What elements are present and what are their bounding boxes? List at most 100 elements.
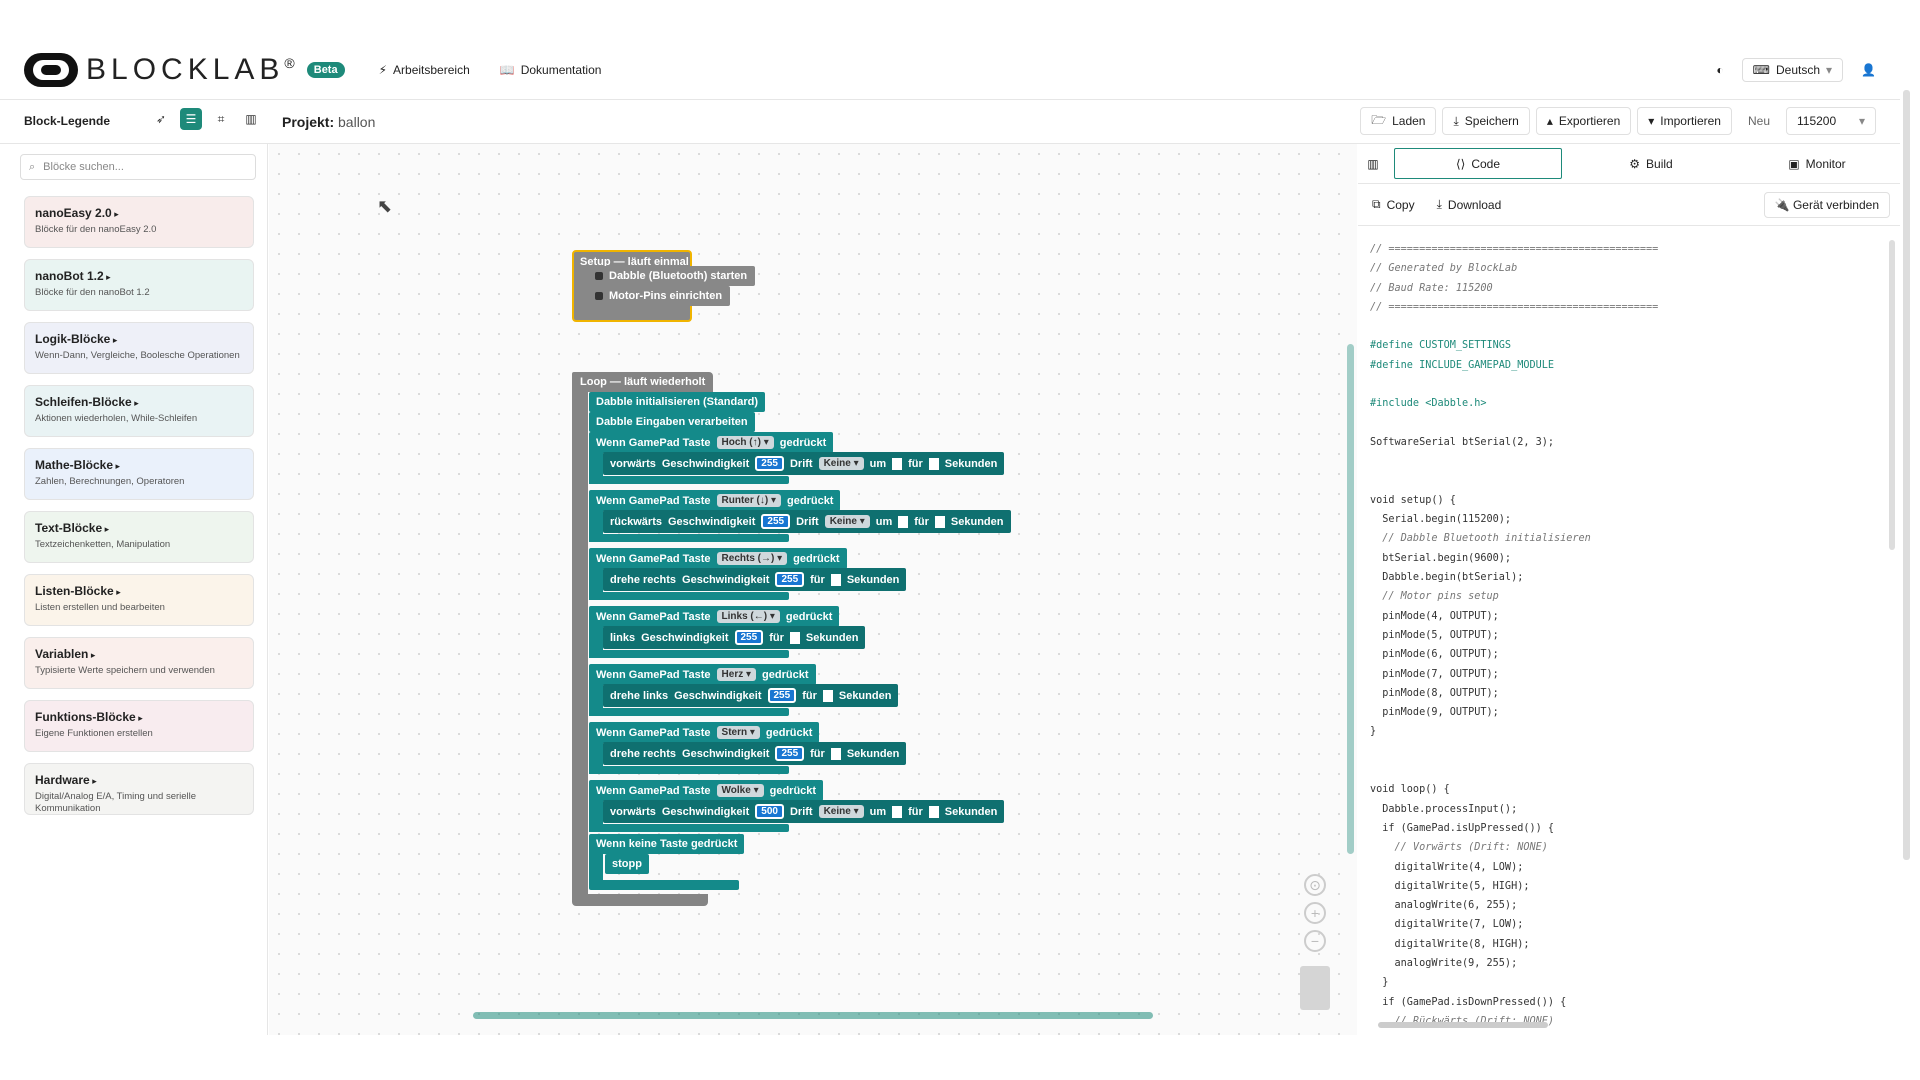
- block-motor-pins[interactable]: Motor-Pins einrichten: [587, 286, 731, 306]
- speed-input[interactable]: 255: [775, 572, 805, 587]
- trash-icon[interactable]: [1300, 966, 1330, 1010]
- code-line: void setup() {: [1370, 494, 1456, 506]
- zoom-in-icon[interactable]: +: [1304, 902, 1326, 924]
- category-title: Mathe-Blöcke ▸: [35, 458, 121, 472]
- when-gamepad-block[interactable]: Wenn GamePad Taste Rechts (→) ▾ gedrückt: [589, 548, 847, 569]
- value-slot[interactable]: [892, 805, 903, 818]
- category-4[interactable]: Mathe-Blöcke ▸ Zahlen, Berechnungen, Oper…: [24, 448, 254, 500]
- gamepad-button-dropdown[interactable]: Links (←) ▾: [716, 610, 780, 623]
- value-slot[interactable]: [928, 457, 939, 470]
- value-slot[interactable]: [789, 631, 800, 644]
- drive-block[interactable]: links Geschwindigkeit 255 für Sekunden: [603, 626, 866, 649]
- when-gamepad-block[interactable]: Wenn GamePad Taste Links (←) ▾ gedrückt: [589, 606, 840, 627]
- block-dabble-init[interactable]: Dabble initialisieren (Standard): [589, 392, 765, 412]
- tab-build[interactable]: ⚙ Build: [1568, 144, 1734, 183]
- caret-down-icon: ▾: [1648, 114, 1655, 128]
- speed-input[interactable]: 255: [755, 456, 784, 471]
- value-slot[interactable]: [928, 805, 939, 818]
- when-block-foot: [589, 592, 789, 600]
- category-7[interactable]: Variablen ▸ Typisierte Werte speichern un…: [24, 637, 254, 689]
- copy-button[interactable]: ⧉ Copy: [1372, 197, 1415, 212]
- when-gamepad-block[interactable]: Wenn GamePad Taste Wolke ▾ gedrückt: [589, 780, 824, 801]
- recenter-icon[interactable]: ⊙: [1304, 874, 1326, 896]
- when-gamepad-block[interactable]: Wenn GamePad Taste Stern ▾ gedrückt: [589, 722, 820, 743]
- when-gamepad-block[interactable]: Wenn GamePad Taste Herz ▾ gedrückt: [589, 664, 816, 685]
- category-3[interactable]: Schleifen-Blöcke ▸ Aktionen wiederholen, …: [24, 385, 254, 437]
- code-vertical-scrollbar[interactable]: [1889, 240, 1895, 550]
- panel-view-icon[interactable]: ▥: [240, 108, 262, 130]
- theme-toggle-icon[interactable]: ◐: [1716, 63, 1723, 77]
- drive-block[interactable]: drehe rechts Geschwindigkeit 255 für Sekunde…: [603, 742, 907, 765]
- drive-block[interactable]: drehe rechts Geschwindigkeit 255 für Sekunde…: [603, 568, 907, 591]
- when-gamepad-block[interactable]: Wenn GamePad Taste Hoch (↑) ▾ gedrückt: [589, 432, 834, 453]
- value-slot[interactable]: [822, 689, 833, 702]
- workspace-vertical-scrollbar[interactable]: [1347, 344, 1354, 854]
- drive-block[interactable]: vorwärts Geschwindigkeit 255 Drift Keine ▾ um…: [603, 452, 1005, 475]
- category-1[interactable]: nanoBot 1.2 ▸ Blöcke für den nanoBot 1.2: [24, 259, 254, 311]
- load-button[interactable]: 🗁 Laden: [1360, 107, 1437, 135]
- category-2[interactable]: Logik-Blöcke ▸ Wenn-Dann, Vergleiche, Boo…: [24, 322, 254, 374]
- speed-input[interactable]: 255: [734, 630, 764, 645]
- category-6[interactable]: Listen-Blöcke ▸ Listen erstellen und bear…: [24, 574, 254, 626]
- code-horizontal-scrollbar[interactable]: [1378, 1022, 1548, 1028]
- export-button[interactable]: ▴ Exportieren: [1535, 107, 1632, 135]
- gamepad-button-dropdown[interactable]: Rechts (→) ▾: [716, 552, 788, 565]
- gamepad-button-dropdown[interactable]: Stern ▾: [716, 726, 760, 739]
- rocket-icon[interactable]: ➶: [150, 108, 172, 130]
- loop-block[interactable]: Loop — läuft wiederholt: [572, 372, 714, 392]
- page-scrollbar[interactable]: [1903, 90, 1910, 860]
- nav-arbeitsbereich[interactable]: ⚡ Arbeitsbereich: [379, 63, 470, 77]
- baud-rate-select[interactable]: 115200 ▾: [1786, 107, 1876, 135]
- category-5[interactable]: Text-Blöcke ▸ Textzeichenketten, Manipula…: [24, 511, 254, 563]
- workspace-horizontal-scrollbar[interactable]: [473, 1012, 1153, 1019]
- grid-view-icon[interactable]: ⌗: [210, 108, 232, 130]
- drive-block[interactable]: vorwärts Geschwindigkeit 500 Drift Keine ▾ um…: [603, 800, 1005, 823]
- block-no-key[interactable]: Wenn keine Taste gedrückt: [589, 834, 745, 854]
- zoom-out-icon[interactable]: −: [1304, 930, 1326, 952]
- drift-dropdown[interactable]: Keine ▾: [818, 805, 864, 818]
- top-bar: BLOCKLAB® Beta ⚡ Arbeitsbereich 📖 Dokume…: [0, 40, 1900, 100]
- drift-dropdown[interactable]: Keine ▾: [818, 457, 864, 470]
- connect-device-button[interactable]: 🔌 Gerät verbinden: [1763, 192, 1890, 218]
- block-stop[interactable]: stopp: [605, 854, 649, 874]
- value-slot[interactable]: [934, 515, 945, 528]
- import-button[interactable]: ▾ Importieren: [1637, 107, 1732, 135]
- save-button[interactable]: ⤓ Speichern: [1442, 107, 1530, 135]
- drive-block[interactable]: drehe links Geschwindigkeit 255 für Sekunden: [603, 684, 899, 707]
- block-dabble-start[interactable]: Dabble (Bluetooth) starten: [587, 266, 756, 286]
- user-icon[interactable]: 👤: [1861, 63, 1876, 77]
- language-select[interactable]: ⌨ Deutsch ▾: [1741, 58, 1844, 82]
- category-8[interactable]: Funktions-Blöcke ▸ Eigene Funktionen erst…: [24, 700, 254, 752]
- category-9[interactable]: Hardware ▸ Digital/Analog E/A, Timing und…: [24, 763, 254, 815]
- value-slot[interactable]: [830, 747, 841, 760]
- category-0[interactable]: nanoEasy 2.0 ▸ Blöcke für den nanoEasy 2.…: [24, 196, 254, 248]
- code-line: // Baud Rate: 115200: [1370, 282, 1493, 294]
- gamepad-button-dropdown[interactable]: Hoch (↑) ▾: [716, 436, 774, 449]
- logo[interactable]: BLOCKLAB® Beta: [24, 52, 345, 87]
- when-gamepad-block[interactable]: Wenn GamePad Taste Runter (↓) ▾ gedrückt: [589, 490, 841, 511]
- code-view[interactable]: // =====================================…: [1370, 240, 1870, 1031]
- gamepad-button-dropdown[interactable]: Herz ▾: [716, 668, 757, 681]
- new-button[interactable]: Neu: [1737, 107, 1780, 135]
- drift-dropdown[interactable]: Keine ▾: [824, 515, 870, 528]
- drive-block[interactable]: rückwärts Geschwindigkeit 255 Drift Keine ▾ u…: [603, 510, 1011, 533]
- value-slot[interactable]: [830, 573, 841, 586]
- block-search-input[interactable]: ⌕ Blöcke suchen...: [20, 154, 256, 180]
- value-slot[interactable]: [892, 457, 903, 470]
- speed-input[interactable]: 255: [775, 746, 805, 761]
- value-slot[interactable]: [898, 515, 909, 528]
- panel-collapse-icon[interactable]: ▥: [1358, 144, 1388, 183]
- blockly-workspace[interactable]: ⬉ Setup — läuft einmal Dabble (Bluetooth…: [269, 144, 1357, 1035]
- nav-dokumentation[interactable]: 📖 Dokumentation: [500, 63, 602, 77]
- gamepad-button-dropdown[interactable]: Runter (↓) ▾: [716, 494, 782, 507]
- tab-code[interactable]: ⟨⟩ Code: [1394, 148, 1562, 179]
- speed-input[interactable]: 255: [761, 514, 791, 529]
- speed-input[interactable]: 500: [755, 804, 784, 819]
- download-button[interactable]: ⤓ Download: [1437, 197, 1502, 212]
- list-view-icon[interactable]: ☰: [180, 108, 202, 130]
- block-no-key-foot: [589, 880, 739, 890]
- tab-monitor[interactable]: ▣ Monitor: [1734, 144, 1900, 183]
- speed-input[interactable]: 255: [767, 688, 797, 703]
- block-dabble-input[interactable]: Dabble Eingaben verarbeiten: [589, 412, 755, 432]
- gamepad-button-dropdown[interactable]: Wolke ▾: [716, 784, 764, 797]
